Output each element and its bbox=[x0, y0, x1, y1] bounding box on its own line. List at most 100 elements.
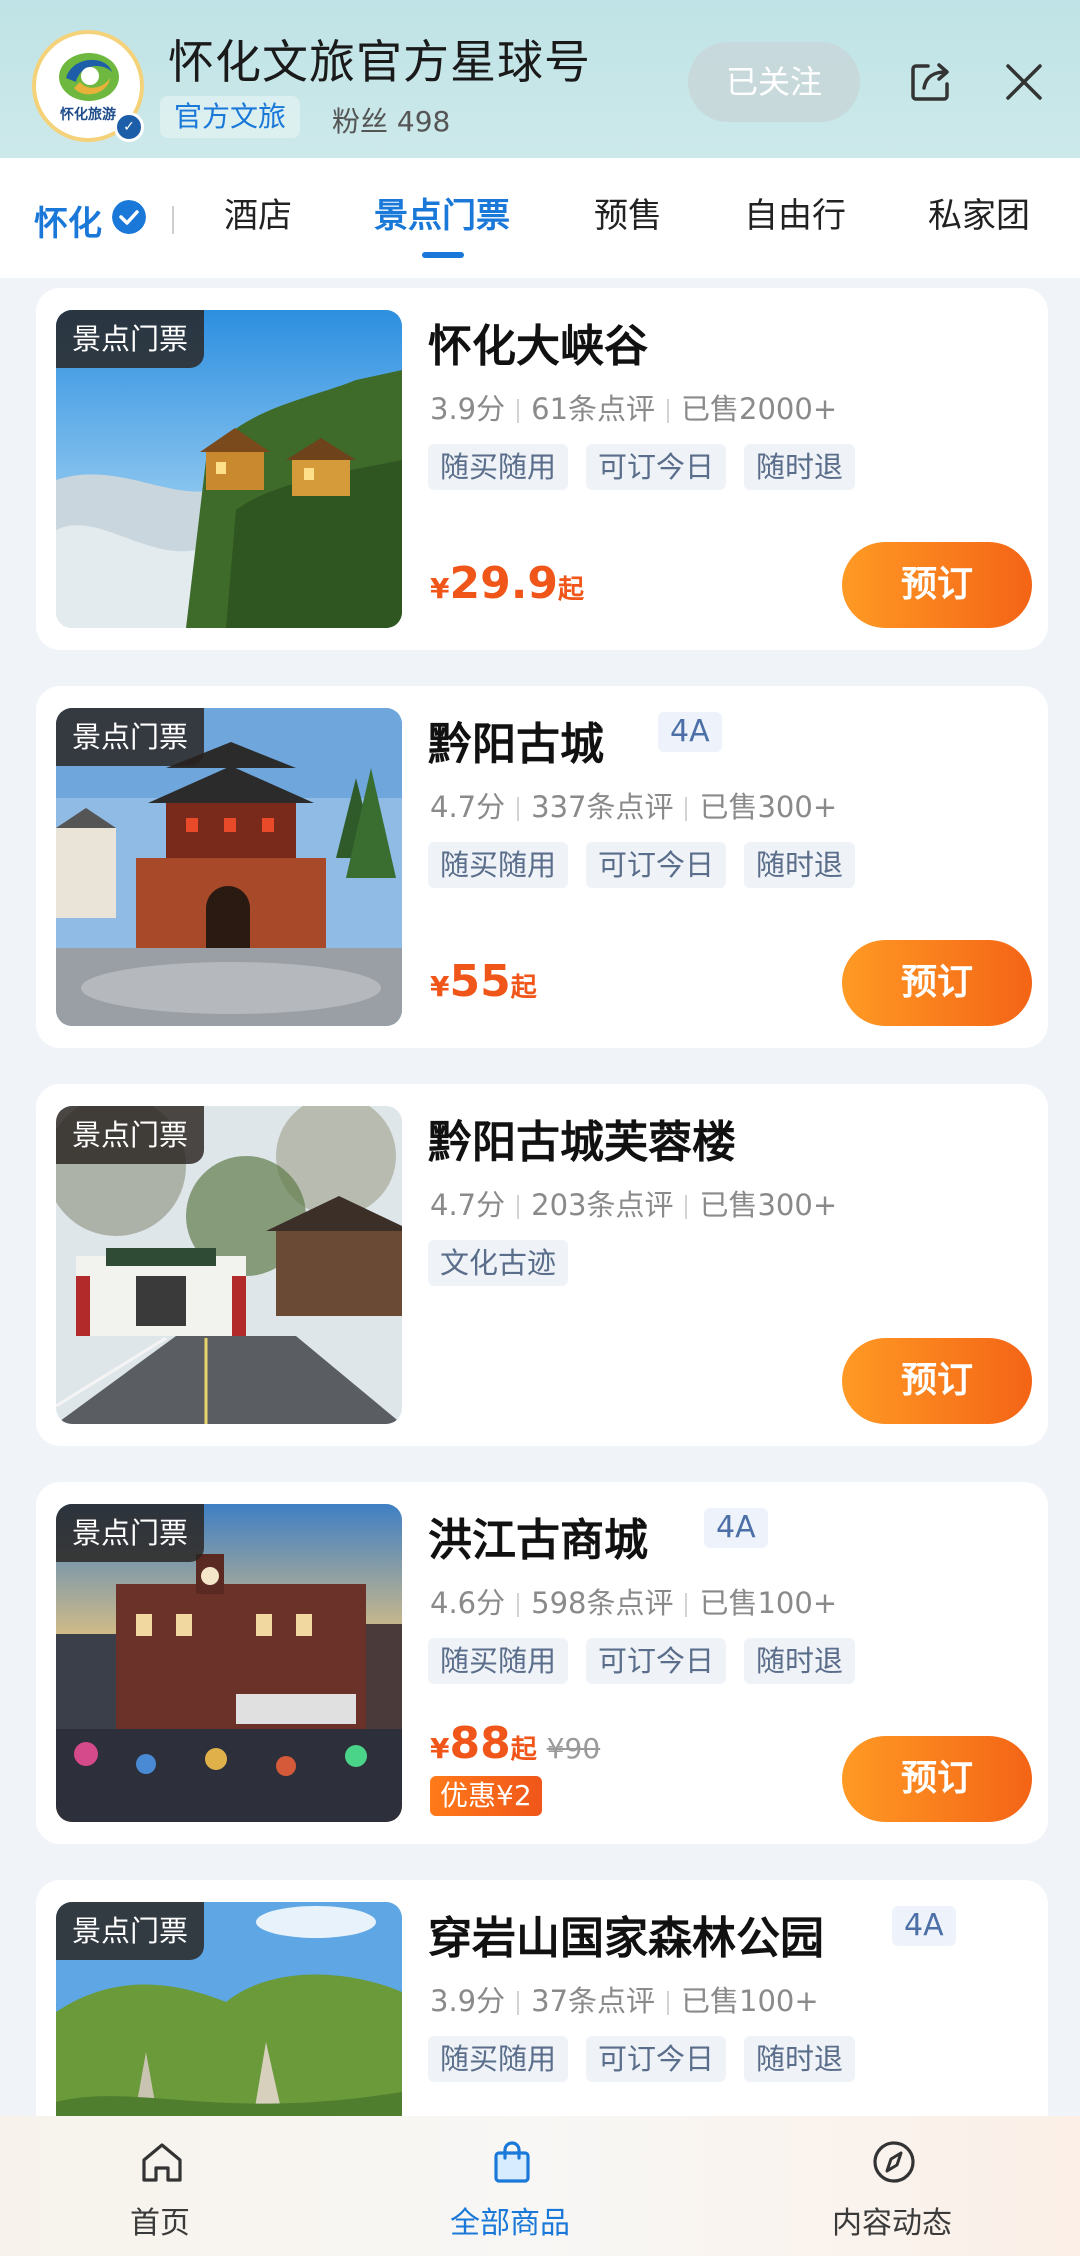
product-tag: 景点门票 bbox=[56, 310, 205, 368]
feature-chip: 可订今日 bbox=[586, 444, 727, 490]
tab-attraction-tickets[interactable]: 景点门票 bbox=[374, 188, 510, 237]
rating: 4.6分 bbox=[430, 1586, 506, 1620]
product-tag: 景点门票 bbox=[56, 1106, 205, 1164]
product-image[interactable]: 景点门票 bbox=[56, 708, 402, 1026]
price-currency: ¥ bbox=[430, 1732, 450, 1765]
sold-count: 已售300+ bbox=[699, 790, 838, 824]
review-count: 337条点评 bbox=[531, 790, 674, 824]
sold-count: 已售100+ bbox=[681, 1984, 819, 2018]
price-currency: ¥ bbox=[430, 970, 450, 1003]
review-count: 203条点评 bbox=[531, 1188, 674, 1222]
product-stats: 4.7分 203条点评 已售300+ bbox=[430, 1182, 837, 1224]
product-image[interactable]: 景点门票 bbox=[56, 310, 402, 628]
close-icon[interactable] bbox=[1002, 60, 1046, 104]
city-selector[interactable]: 怀化 bbox=[34, 196, 102, 245]
nav-content-feed[interactable]: 内容动态 bbox=[782, 2116, 1002, 2256]
price-amount: 55 bbox=[449, 956, 511, 1007]
feature-chip: 随时退 bbox=[744, 2036, 856, 2082]
check-circle-icon[interactable] bbox=[112, 200, 146, 234]
rating: 3.9分 bbox=[430, 392, 506, 426]
verified-badge-icon: ✓ bbox=[114, 112, 144, 142]
book-button[interactable]: 预订 bbox=[842, 940, 1032, 1026]
product-card[interactable]: 景点门票 怀化大峡谷 3.9分 61条点评 已售2000+ 随买随用 可订今日 随时退 … bbox=[36, 288, 1048, 650]
book-button[interactable]: 预订 bbox=[842, 1736, 1032, 1822]
account-title: 怀化文旅官方星球号 bbox=[168, 35, 591, 89]
product-title[interactable]: 黔阳古城芙蓉楼 bbox=[428, 1106, 736, 1170]
sold-count: 已售100+ bbox=[699, 1586, 838, 1620]
product-title[interactable]: 穿岩山国家森林公园 bbox=[428, 1902, 824, 1966]
logo-swirl-icon bbox=[59, 53, 119, 101]
feature-chips: 随买随用 可订今日 随时退 bbox=[428, 444, 873, 490]
product-tag: 景点门票 bbox=[56, 1504, 205, 1562]
tab-hotel[interactable]: 酒店 bbox=[224, 188, 292, 237]
tab-private-tour[interactable]: 私家团 bbox=[928, 188, 1030, 237]
feature-chip: 随买随用 bbox=[428, 444, 569, 490]
product-card[interactable]: 景点门票 洪江古商城 4A 4.6分 598条点评 已售100+ 随买随用 可订今日随… bbox=[36, 1482, 1048, 1844]
rating-level-badge: 4A bbox=[892, 1906, 956, 1946]
tab-presale[interactable]: 预售 bbox=[594, 188, 662, 237]
price-suffix: 起 bbox=[558, 575, 585, 605]
active-tab-indicator bbox=[422, 252, 464, 258]
nav-home[interactable]: 首页 bbox=[50, 2116, 270, 2256]
bottom-navigation: 首页 全部商品 内容动态 bbox=[0, 2116, 1080, 2256]
nav-label: 全部商品 bbox=[450, 2206, 570, 2241]
nav-all-products[interactable]: 全部商品 bbox=[400, 2116, 620, 2256]
product-stats: 4.6分 598条点评 已售100+ bbox=[430, 1580, 837, 1622]
official-tag: 官方文旅 bbox=[160, 96, 301, 138]
rating-level-badge: 4A bbox=[704, 1508, 768, 1548]
price-amount: 88 bbox=[449, 1718, 511, 1769]
rating-level-badge: 4A bbox=[658, 712, 722, 752]
product-title[interactable]: 洪江古商城 bbox=[428, 1504, 648, 1568]
product-stats: 4.7分 337条点评 已售300+ bbox=[430, 784, 837, 826]
follow-button[interactable]: 已关注 bbox=[688, 42, 860, 122]
feature-chips: 文化古迹 bbox=[428, 1240, 586, 1286]
product-image[interactable]: 景点门票 bbox=[56, 1504, 402, 1822]
book-button[interactable]: 预订 bbox=[842, 542, 1032, 628]
feature-chip: 随买随用 bbox=[428, 1638, 569, 1684]
separator bbox=[517, 1991, 520, 2015]
nav-label: 首页 bbox=[130, 2206, 190, 2241]
feature-chip: 随买随用 bbox=[428, 2036, 569, 2082]
feature-chip: 可订今日 bbox=[586, 842, 727, 888]
product-tag: 景点门票 bbox=[56, 708, 205, 766]
separator bbox=[667, 1991, 670, 2015]
sold-count: 已售300+ bbox=[699, 1188, 838, 1222]
product-card[interactable]: 景点门票 黔阳古城芙蓉楼 4.7分 203条点评 已售300+ 文化古迹 预订 bbox=[36, 1084, 1048, 1446]
product-image[interactable]: 景点门票 bbox=[56, 1106, 402, 1424]
product-card[interactable]: 景点门票 黔阳古城 4A 4.7分 337条点评 已售300+ 随买随用 可订今日 随时… bbox=[36, 686, 1048, 1048]
feature-chip: 可订今日 bbox=[586, 2036, 727, 2082]
feature-chip: 可订今日 bbox=[586, 1638, 727, 1684]
separator bbox=[667, 399, 670, 423]
separator bbox=[685, 797, 688, 821]
sold-count: 已售2000+ bbox=[681, 392, 838, 426]
shopping-bag-icon bbox=[494, 2141, 530, 2183]
price: ¥29.9起 bbox=[430, 558, 584, 609]
share-icon[interactable] bbox=[908, 58, 954, 104]
rating: 4.7分 bbox=[430, 790, 506, 824]
price-currency: ¥ bbox=[430, 572, 450, 605]
separator bbox=[685, 1593, 688, 1617]
product-title[interactable]: 黔阳古城 bbox=[428, 708, 604, 772]
price-suffix: 起 bbox=[510, 973, 537, 1003]
separator bbox=[517, 399, 520, 423]
tab-free-travel[interactable]: 自由行 bbox=[744, 188, 846, 237]
product-stats: 3.9分 61条点评 已售2000+ bbox=[430, 386, 837, 428]
discount-badge: 优惠¥2 bbox=[430, 1776, 542, 1816]
fans-count: 粉丝 498 bbox=[332, 105, 451, 138]
rating: 4.7分 bbox=[430, 1188, 506, 1222]
product-tag: 景点门票 bbox=[56, 1902, 205, 1960]
rating: 3.9分 bbox=[430, 1984, 506, 2018]
price-amount: 29.9 bbox=[449, 558, 559, 609]
compass-icon bbox=[873, 2141, 915, 2183]
price: ¥88起 ¥90 bbox=[430, 1718, 600, 1769]
book-button[interactable]: 预订 bbox=[842, 1338, 1032, 1424]
feature-chip: 随时退 bbox=[744, 444, 856, 490]
price: ¥55起 bbox=[430, 956, 537, 1007]
account-header: 怀化旅游 ✓ 怀化文旅官方星球号 官方文旅 粉丝 498 已关注 bbox=[0, 0, 1080, 158]
separator bbox=[517, 1593, 520, 1617]
original-price: ¥90 bbox=[546, 1732, 601, 1765]
separator bbox=[517, 797, 520, 821]
review-count: 61条点评 bbox=[531, 392, 656, 426]
price-suffix: 起 bbox=[510, 1735, 537, 1765]
product-title[interactable]: 怀化大峡谷 bbox=[428, 310, 648, 374]
